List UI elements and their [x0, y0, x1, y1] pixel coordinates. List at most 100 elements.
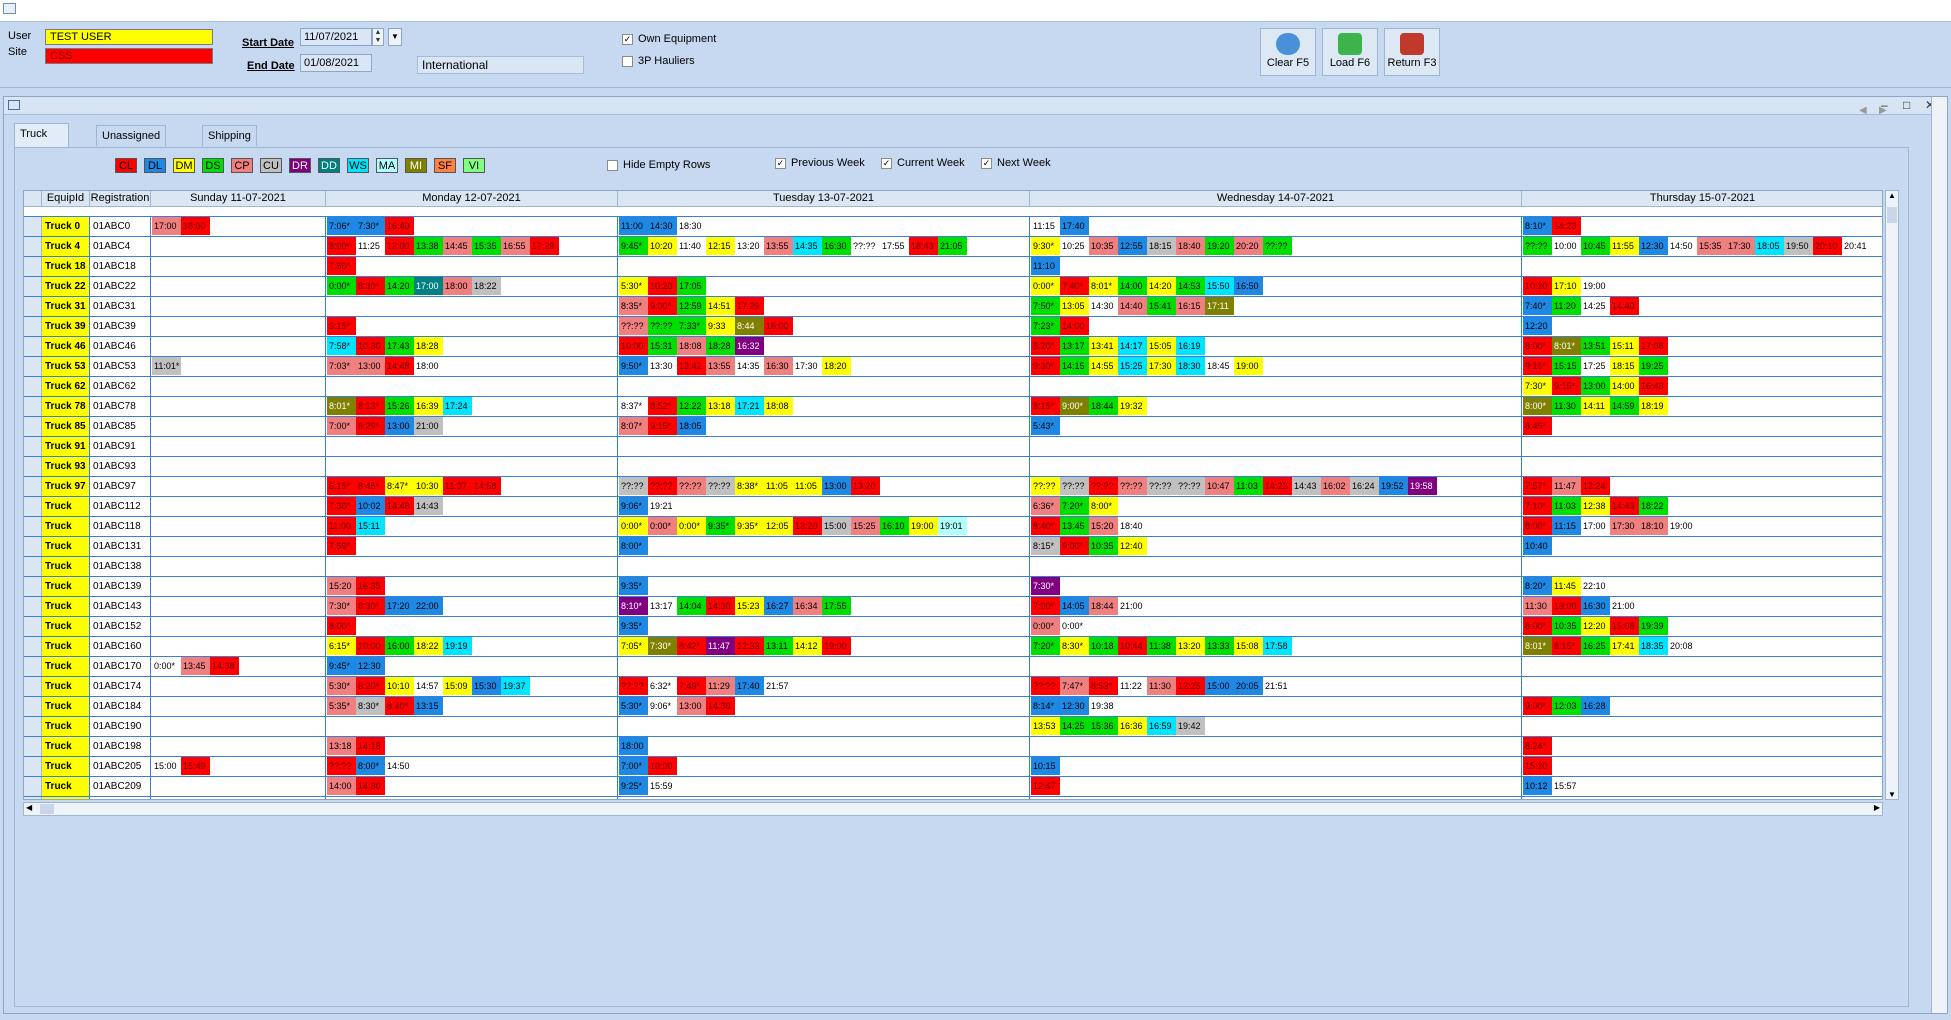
order-slot[interactable]: 15:20	[1089, 517, 1118, 535]
order-slot[interactable]: 18:30	[1176, 357, 1205, 375]
row-selector[interactable]	[24, 737, 42, 756]
order-slot[interactable]: 13:05	[1060, 297, 1089, 315]
order-slot[interactable]: 16:30	[822, 237, 851, 255]
order-slot[interactable]: ??:??	[1060, 477, 1089, 495]
order-slot[interactable]: 10:35	[1089, 237, 1118, 255]
scroll-up-icon[interactable]: ▲	[1886, 191, 1898, 200]
order-slot[interactable]: 16:35	[356, 577, 385, 595]
order-slot[interactable]: 18:19	[1639, 397, 1668, 415]
day-cell[interactable]: ??:?? 10:00 10:45 11:55 12:30 14:50 15:35 17:30…	[1522, 237, 1882, 256]
order-slot[interactable]: 16:25	[1581, 637, 1610, 655]
order-slot[interactable]: 8:00*	[1523, 517, 1552, 535]
equip-id-cell[interactable]: Truck 138	[42, 557, 90, 591]
grid-vertical-scrollbar[interactable]: ▲ ▼	[1885, 190, 1899, 800]
order-slot[interactable]: 14:23	[1263, 477, 1292, 495]
day-cell[interactable]: 5:30* 9:06* 13:00 14:30	[618, 697, 1030, 716]
day-cell[interactable]	[151, 697, 326, 716]
order-slot[interactable]: 6:15*	[327, 477, 356, 495]
tab-truck-planning[interactable]: Truck Planning	[14, 123, 69, 160]
order-slot[interactable]: 20:05	[1234, 677, 1263, 695]
order-slot[interactable]: 18:44	[1089, 397, 1118, 415]
order-slot[interactable]: 21:00	[414, 417, 443, 435]
day-cell[interactable]: 9:35*	[618, 577, 1030, 596]
order-slot[interactable]: 14:40	[1118, 297, 1147, 315]
row-selector[interactable]	[24, 537, 42, 556]
table-row[interactable]: Truck 21301ABC213	[24, 797, 1882, 799]
tab-next-icon[interactable]: ▶	[1879, 105, 1887, 116]
col-day-header[interactable]: Sunday 11-07-2021	[151, 191, 326, 207]
day-cell[interactable]: 5:30* 6:20* 10:10 14:57 15:09 15:30 19:37	[326, 677, 618, 696]
table-row[interactable]: Truck 31 01ABC31 8:35* 9:00* 12:59 14:51 17:29…	[24, 297, 1882, 317]
day-cell[interactable]	[326, 457, 618, 476]
day-cell[interactable]: 8:10* 14:23	[1522, 217, 1882, 236]
row-selector[interactable]	[24, 717, 42, 736]
order-slot[interactable]: 16:36	[1118, 717, 1147, 735]
order-slot[interactable]: 12:15	[706, 237, 735, 255]
table-row[interactable]: Truck 4 01ABC4 8:00* 11:25 12:00 13:38 14:45 15…	[24, 237, 1882, 257]
order-slot[interactable]: 11:03	[1234, 477, 1263, 495]
day-cell[interactable]	[151, 457, 326, 476]
day-cell[interactable]: 9:30* 10:25 10:35 12:55 18:15 18:40 19:20 20:20…	[1030, 237, 1522, 256]
order-slot[interactable]: 0:00*	[619, 517, 648, 535]
order-slot[interactable]: 10:40	[1523, 537, 1552, 555]
day-cell[interactable]	[618, 557, 1030, 576]
order-slot[interactable]: 14:00	[327, 777, 356, 795]
order-slot[interactable]: 11:30	[1523, 597, 1552, 615]
order-slot[interactable]: 16:34	[793, 597, 822, 615]
order-slot[interactable]: 14:25	[1060, 717, 1089, 735]
order-slot[interactable]: 0:00*	[648, 517, 677, 535]
order-slot[interactable]: 11:22	[1118, 677, 1147, 695]
maximize-icon[interactable]: □	[1903, 98, 1910, 112]
day-cell[interactable]: 6:36* 7:20* 8:00*	[1030, 497, 1522, 516]
day-cell[interactable]: 9:25* 15:59	[618, 777, 1030, 796]
table-row[interactable]: Truck 39 01ABC39 9:15*??:????:?? 7:33* 9:33 8…	[24, 317, 1882, 337]
equip-id-cell[interactable]: Truck 112	[42, 497, 90, 531]
table-row[interactable]: Truck 46 01ABC46 7:58* 10:30 17:43 18:28 10:00…	[24, 337, 1882, 357]
order-slot[interactable]: 0:00*	[677, 517, 706, 535]
day-cell[interactable]: 7:30*	[1030, 577, 1522, 596]
load-button[interactable]: Load F6	[1322, 28, 1378, 76]
table-row[interactable]: Truck 20501ABC20515:0015:49??:??8:00*14:…	[24, 757, 1882, 791]
day-cell[interactable]	[151, 497, 326, 516]
order-slot[interactable]: 8:00*	[1523, 397, 1552, 415]
order-slot[interactable]: 10:44	[1118, 637, 1147, 655]
order-slot[interactable]: 11:15	[1552, 517, 1581, 535]
order-slot[interactable]: 15:50	[1205, 277, 1234, 295]
tab-unassigned-orders[interactable]: Unassigned Orders	[96, 125, 167, 162]
order-slot[interactable]: 18:20	[822, 357, 851, 375]
order-slot[interactable]: ??:??	[851, 237, 880, 255]
spin-down-icon[interactable]: ▼	[373, 37, 383, 45]
order-slot[interactable]: 19:20	[1205, 237, 1234, 255]
day-cell[interactable]	[618, 717, 1030, 736]
order-slot[interactable]: 8:13*	[356, 397, 385, 415]
order-slot[interactable]: 8:30*	[356, 697, 385, 715]
order-slot[interactable]: 15:00	[152, 757, 181, 775]
day-cell[interactable]: 9:45* 10:20 11:40 12:15 13:20 13:55 14:35 16:30…	[618, 237, 1030, 256]
day-cell[interactable]	[326, 297, 618, 316]
day-cell[interactable]: ??:????:?? 7:33* 9:33 8:44 16:00	[618, 317, 1030, 336]
day-cell[interactable]: 7:03* 13:00 14:48 18:00	[326, 357, 618, 376]
order-slot[interactable]: 5:43*	[1031, 417, 1060, 435]
table-row[interactable]: Truck 19001ABC190 13:5314:2515:3616:3616:…	[24, 717, 1882, 751]
table-row[interactable]: Truck 19801ABC19813:1814:1818:008:24*	[24, 737, 1882, 771]
order-slot[interactable]: 7:50*	[327, 257, 356, 275]
order-slot[interactable]: 7:33*	[677, 317, 706, 335]
order-slot[interactable]: 13:18	[327, 737, 356, 755]
order-slot[interactable]: 10:25	[1060, 237, 1089, 255]
day-cell[interactable]: 15:00 15:49	[151, 757, 326, 776]
next-week-checkbox[interactable]: ✓	[981, 158, 992, 169]
order-slot[interactable]: 14:30	[648, 217, 677, 235]
order-slot[interactable]: 8:20*	[1031, 337, 1060, 355]
order-slot[interactable]: 15:00	[1205, 677, 1234, 695]
day-cell[interactable]	[151, 417, 326, 436]
order-slot[interactable]: 8:40*	[1031, 517, 1060, 535]
order-slot[interactable]: 7:30*	[1031, 577, 1060, 595]
day-cell[interactable]: 7:57* 11:47 13:24	[1522, 477, 1882, 496]
order-slot[interactable]: 6:20*	[356, 677, 385, 695]
order-slot[interactable]: 8:30*	[356, 597, 385, 615]
order-slot[interactable]: 7:00*	[1031, 597, 1060, 615]
day-cell[interactable]: 13:53 14:25 15:36 16:36 16:59 19:42	[1030, 717, 1522, 736]
day-cell[interactable]: 10:40	[1522, 537, 1882, 556]
date-dropdown-icon[interactable]: ▼	[388, 28, 402, 46]
order-slot[interactable]: 9:25*	[619, 777, 648, 795]
